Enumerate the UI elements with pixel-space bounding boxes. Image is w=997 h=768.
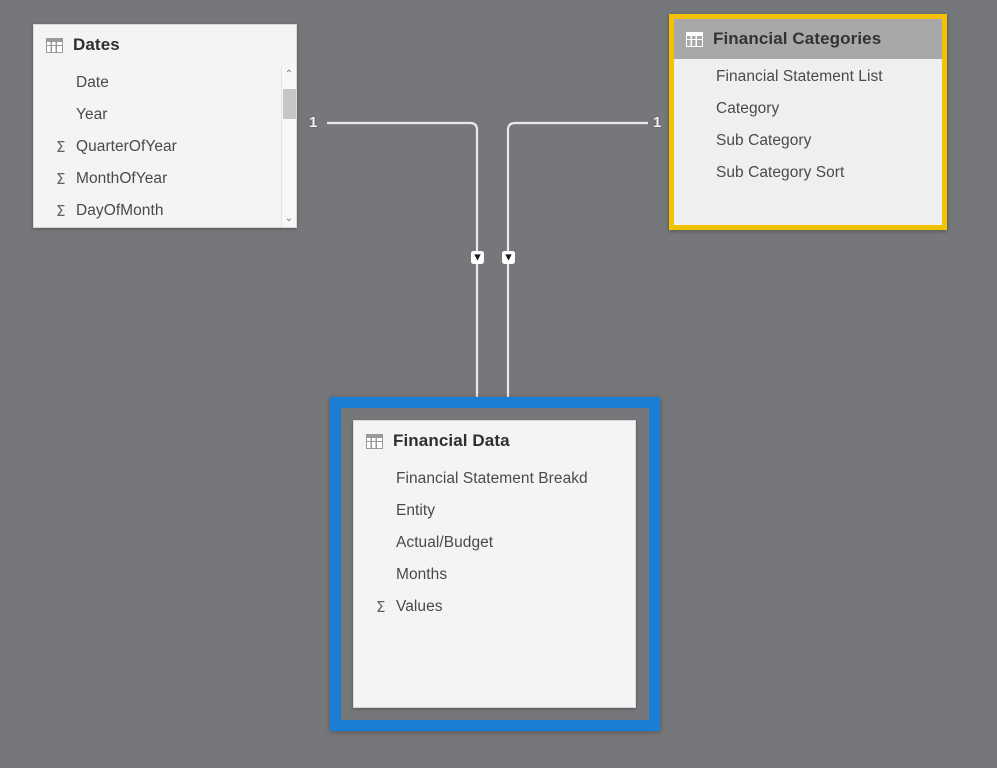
cross-filter-arrow-dates[interactable] (471, 251, 484, 264)
field-list-financial-categories: Financial Statement List Category Sub Ca… (674, 59, 942, 189)
table-card-dates[interactable]: Dates Date Year Σ QuarterOfYear Σ MonthO… (33, 24, 297, 228)
model-view-canvas: 1 1 Dates Date Year Σ QuarterOfYear Σ Mo… (0, 0, 997, 768)
field-row-quarterofyear[interactable]: Σ QuarterOfYear (34, 131, 296, 163)
table-card-financial-categories[interactable]: Financial Categories Financial Statement… (669, 14, 947, 230)
field-row-dayofmonth[interactable]: Σ DayOfMonth (34, 195, 296, 227)
field-label: Year (76, 106, 108, 123)
field-row-date[interactable]: Date (34, 67, 296, 99)
relationship-line-financial-categories-financial-data[interactable] (506, 121, 648, 399)
scrollbar-thumb[interactable] (283, 89, 296, 119)
table-grid-icon (366, 433, 383, 449)
scrollbar-up-arrow-icon[interactable]: ⌃ (282, 67, 296, 83)
field-label: Date (76, 74, 109, 91)
field-label: Category (716, 100, 780, 117)
field-label: QuarterOfYear (76, 138, 177, 155)
field-row-year[interactable]: Year (34, 99, 296, 131)
field-row-sub-category[interactable]: Sub Category (674, 125, 942, 157)
table-header-financial-data[interactable]: Financial Data (354, 421, 635, 461)
table-title-financial-categories: Financial Categories (713, 29, 882, 48)
table-grid-icon (686, 31, 703, 47)
field-label: Financial Statement List (716, 68, 883, 85)
scrollbar-down-arrow-icon[interactable]: ⌄ (282, 211, 296, 227)
table-title-dates: Dates (73, 35, 120, 54)
dates-vertical-scrollbar[interactable]: ⌃ ⌄ (281, 67, 296, 227)
field-row-financial-statement-list[interactable]: Financial Statement List (674, 61, 942, 93)
field-row-entity[interactable]: Entity (354, 495, 635, 527)
field-label: Actual/Budget (396, 534, 494, 551)
field-label: Values (396, 598, 443, 615)
field-label: Entity (396, 502, 436, 519)
field-label: MonthOfYear (76, 170, 168, 187)
field-row-financial-statement-breakdown[interactable]: Financial Statement Breakd (354, 463, 635, 495)
field-row-category[interactable]: Category (674, 93, 942, 125)
relationship-line-dates-financial-data[interactable] (327, 121, 479, 399)
cross-filter-arrow-financial-categories[interactable] (502, 251, 515, 264)
table-grid-icon (46, 37, 63, 53)
sigma-icon: Σ (56, 202, 66, 220)
field-list-dates: Date Year Σ QuarterOfYear Σ MonthOfYear … (34, 65, 296, 227)
table-header-financial-categories[interactable]: Financial Categories (674, 19, 942, 59)
field-row-actual-budget[interactable]: Actual/Budget (354, 527, 635, 559)
field-row-sub-category-sort[interactable]: Sub Category Sort (674, 157, 942, 189)
cardinality-label-dates: 1 (309, 114, 318, 131)
table-title-financial-data: Financial Data (393, 431, 510, 450)
field-list-financial-data: Financial Statement Breakd Entity Actual… (354, 461, 635, 623)
sigma-icon: Σ (376, 598, 386, 616)
field-label: Months (396, 566, 448, 583)
table-card-financial-data[interactable]: Financial Data Financial Statement Break… (353, 420, 636, 708)
sigma-icon: Σ (56, 138, 66, 156)
field-row-monthofyear[interactable]: Σ MonthOfYear (34, 163, 296, 195)
cardinality-label-financial-categories: 1 (653, 114, 662, 131)
field-label: Financial Statement Breakd (396, 470, 588, 487)
sigma-icon: Σ (56, 170, 66, 188)
field-label: DayOfMonth (76, 202, 164, 219)
field-label: Sub Category (716, 132, 812, 149)
field-row-months[interactable]: Months (354, 559, 635, 591)
field-label: Sub Category Sort (716, 164, 845, 181)
field-row-values[interactable]: Σ Values (354, 591, 635, 623)
table-header-dates[interactable]: Dates (34, 25, 296, 65)
